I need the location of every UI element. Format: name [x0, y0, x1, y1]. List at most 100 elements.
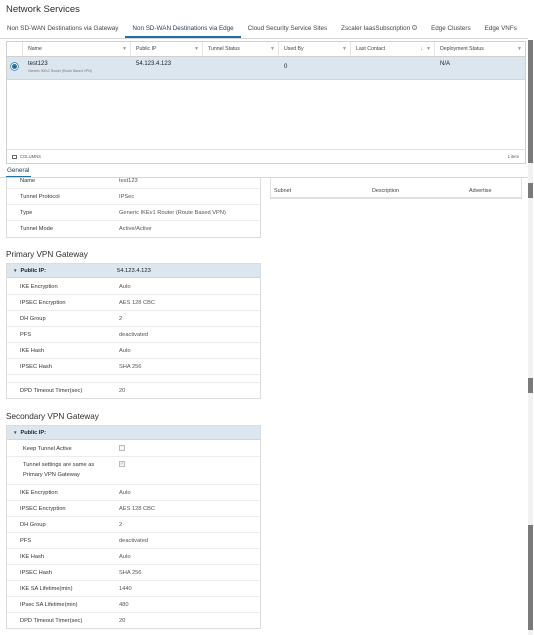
- kv-value: Auto: [119, 554, 131, 560]
- public-ip-key: Public IP:: [20, 430, 46, 436]
- column-header-tunnel-status[interactable]: Tunnel Status ▼: [203, 42, 279, 56]
- column-header-public-ip[interactable]: Public IP ▼: [131, 42, 203, 56]
- column-header-description: Description: [372, 188, 399, 194]
- select-column-header: [7, 42, 23, 56]
- tunnel-info-box: Name test123 Tunnel Protocol IPSec Type Gen…: [6, 178, 261, 238]
- kv-key: IKE Hash: [20, 348, 45, 354]
- info-icon[interactable]: i: [412, 25, 418, 30]
- kv-row: DPD Timeout Timer(sec) 20: [7, 383, 260, 399]
- kv-key: PFS: [20, 538, 32, 544]
- kv-row: DH Group 2: [7, 311, 260, 327]
- public-ip-label: ▼ Public IP:: [13, 268, 46, 274]
- kv-key: Name: [20, 178, 36, 184]
- row-select-cell[interactable]: [7, 57, 23, 79]
- filter-icon[interactable]: ▼: [194, 42, 199, 57]
- kv-key: IKE SA Lifetime(min): [20, 586, 73, 592]
- kv-row: IKE Hash Auto: [7, 549, 260, 565]
- column-header-label: Used By: [284, 46, 304, 52]
- kv-key: IPSEC Hash: [20, 364, 52, 370]
- kv-value: Active/Active: [119, 226, 152, 232]
- kv-row: IPSEC Hash SHA 256: [7, 359, 260, 375]
- column-header-last-contact[interactable]: Last Contact ↓ ▼: [351, 42, 435, 56]
- kv-row: PFS deactivated: [7, 327, 260, 343]
- cell-deployment-status: N/A: [440, 61, 451, 67]
- column-header-label: Public IP: [136, 46, 157, 52]
- tab-bar: Non SD-WAN Destinations via Gateway Non …: [0, 20, 528, 39]
- scrollbar-thumb[interactable]: [528, 525, 533, 630]
- column-header-subnet: Subnet: [274, 188, 292, 194]
- row-radio-button[interactable]: [11, 63, 18, 70]
- tab-non-sdwan-via-edge[interactable]: Non SD-WAN Destinations via Edge: [125, 20, 241, 38]
- kv-key: IPSEC Encryption: [20, 506, 66, 512]
- scrollbar-thumb[interactable]: [528, 40, 533, 163]
- row-name[interactable]: test123: [28, 61, 48, 67]
- kv-row: IPSEC Encryption AES 128 CBC: [7, 501, 260, 517]
- kv-key: Tunnel Protocol: [20, 194, 60, 200]
- primary-gateway-panel: ▼ Public IP: 54.123.4.123 IKE Encryption A…: [6, 263, 261, 399]
- kv-value: SHA 256: [119, 364, 142, 370]
- secondary-gateway-header[interactable]: ▼ Public IP:: [7, 426, 260, 440]
- kv-value: Auto: [119, 348, 131, 354]
- kv-value: 1440: [119, 586, 132, 592]
- kv-value: 20: [119, 618, 126, 624]
- kv-row: IPSEC Encryption AES 128 CBC: [7, 295, 260, 311]
- tab-general[interactable]: General: [6, 167, 32, 177]
- kv-row: IKE Encryption Auto: [7, 485, 260, 501]
- tab-zscaler-iaas-subscription[interactable]: Zscaler IaasSubscription i: [334, 20, 424, 38]
- secondary-gateway-title: Secondary VPN Gateway: [6, 412, 99, 421]
- kv-value: Generic IKEv1 Router (Route Based VPN): [119, 210, 226, 216]
- cell-used-by: 0: [284, 64, 288, 70]
- columns-button[interactable]: COLUMNS: [12, 154, 41, 159]
- kv-row: Tunnel Protocol IPSec: [7, 189, 260, 205]
- kv-row: Name test123: [7, 178, 260, 189]
- kv-key: DPD Timeout Timer(sec): [20, 388, 83, 394]
- same-as-primary-label-line1: Tunnel settings are same as: [23, 462, 95, 468]
- filter-icon[interactable]: ▼: [426, 42, 431, 57]
- kv-key: DH Group: [20, 316, 46, 322]
- sort-arrow-icon[interactable]: ↓: [421, 42, 424, 57]
- kv-key: IKE Encryption: [20, 284, 58, 290]
- caret-down-icon[interactable]: ▼: [13, 430, 17, 435]
- columns-icon: [12, 155, 17, 159]
- scrollbar-thumb[interactable]: [528, 378, 533, 393]
- filter-icon[interactable]: ▼: [270, 42, 275, 57]
- kv-row: Tunnel Mode Active/Active: [7, 221, 260, 237]
- public-ip-label: ▼ Public IP:: [13, 430, 46, 436]
- caret-down-icon[interactable]: ▼: [13, 268, 17, 273]
- kv-key: IPSEC Encryption: [20, 300, 66, 306]
- kv-row: PFS deactivated: [7, 533, 260, 549]
- public-ip-key: Public IP:: [20, 268, 46, 274]
- tab-edge-clusters[interactable]: Edge Clusters: [424, 20, 478, 38]
- filter-icon[interactable]: ▼: [122, 42, 127, 57]
- public-ip-value: 54.123.4.123: [117, 268, 151, 274]
- filter-icon[interactable]: ▼: [517, 42, 522, 57]
- column-header-used-by[interactable]: Used By ▼: [279, 42, 351, 56]
- keep-tunnel-active-label: Keep Tunnel Active: [23, 446, 72, 452]
- kv-row: DH Group 2: [7, 517, 260, 533]
- grid-footer: COLUMNS 1 item: [7, 149, 525, 163]
- page-scrollbar[interactable]: [528, 40, 533, 635]
- kv-key: Type: [20, 210, 33, 216]
- column-header-name[interactable]: Name ▼: [23, 42, 131, 56]
- tab-non-sdwan-via-gateway[interactable]: Non SD-WAN Destinations via Gateway: [0, 20, 125, 38]
- primary-gateway-header[interactable]: ▼ Public IP: 54.123.4.123: [7, 264, 260, 278]
- kv-key: DPD Timeout Timer(sec): [20, 618, 83, 624]
- kv-key: IPsec SA Lifetime(min): [20, 602, 78, 608]
- cell-public-ip: 54.123.4.123: [136, 61, 172, 67]
- kv-row: IKE SA Lifetime(min) 1440: [7, 581, 260, 597]
- kv-value: AES 128 CBC: [119, 300, 156, 306]
- table-row[interactable]: test123 Generic IKEv1 Router (Route Based…: [7, 57, 525, 80]
- cell-name: test123 Generic IKEv1 Router (Route Based…: [23, 57, 131, 79]
- filter-icon[interactable]: ▼: [342, 42, 347, 57]
- same-as-primary-checkbox[interactable]: ✓: [119, 461, 125, 467]
- kv-value: 480: [119, 602, 129, 608]
- kv-value: SHA 256: [119, 570, 142, 576]
- column-header-deployment-status[interactable]: Deployment Status ▼: [435, 42, 525, 56]
- column-header-label: Tunnel Status: [208, 46, 240, 52]
- tab-edge-vnfs[interactable]: Edge VNFs: [478, 20, 524, 38]
- tab-cloud-security-service-sites[interactable]: Cloud Security Service Sites: [241, 20, 334, 38]
- keep-tunnel-active-checkbox[interactable]: [119, 445, 125, 451]
- column-header-label: Name: [28, 46, 42, 52]
- scrollbar-thumb[interactable]: [528, 183, 533, 198]
- kv-value: 2: [119, 522, 123, 528]
